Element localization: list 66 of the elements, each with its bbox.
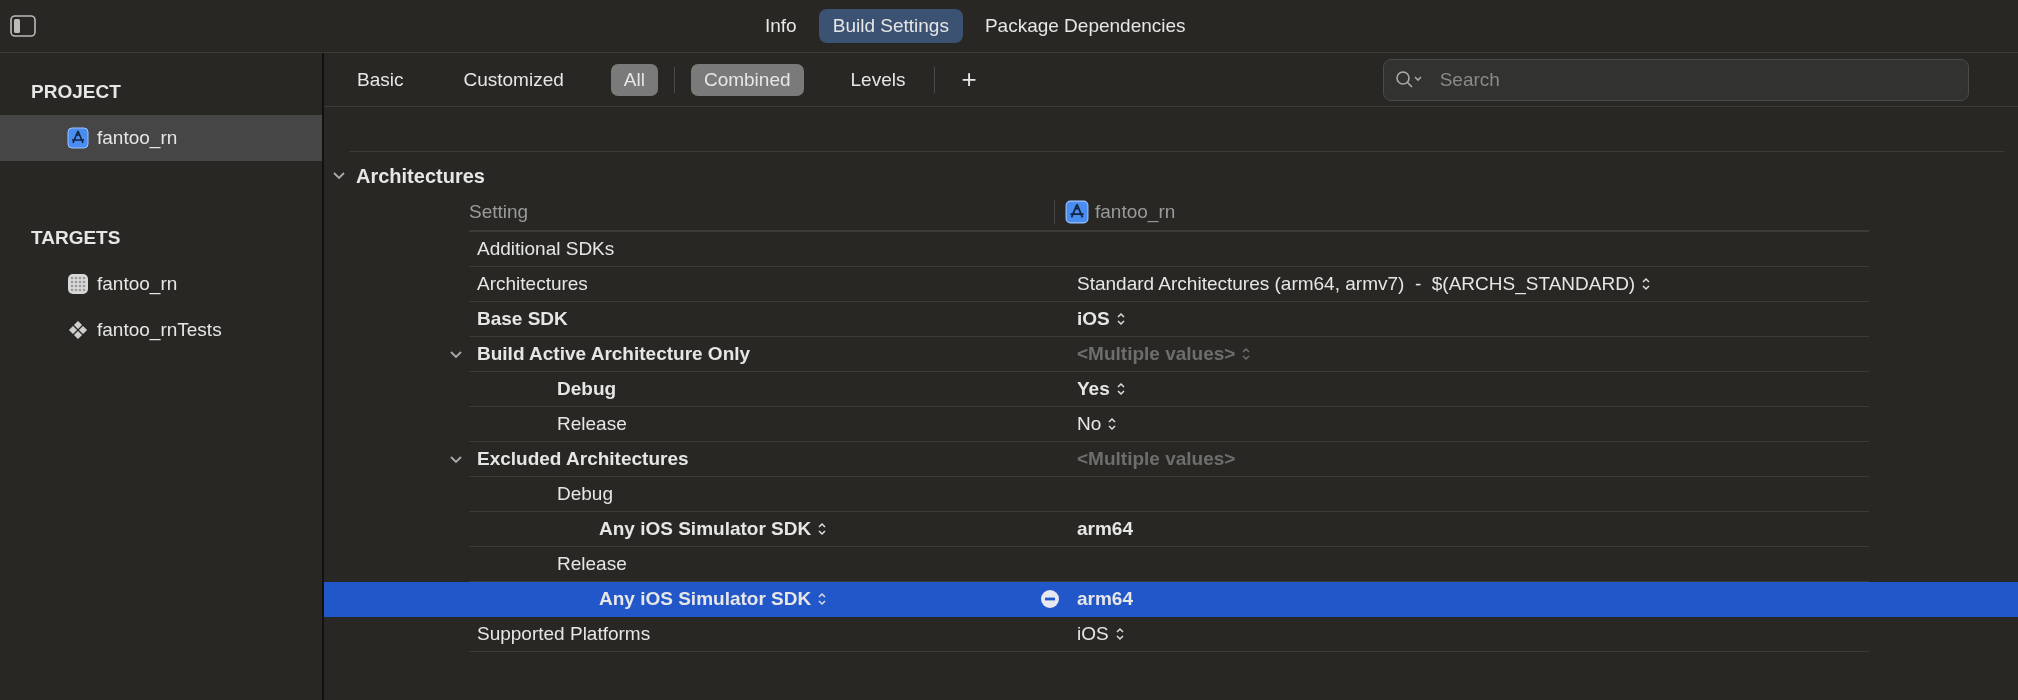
diamond-icon (67, 319, 89, 341)
editor-tab[interactable]: Build Settings (818, 9, 963, 43)
setting-row[interactable]: Debug Yes (324, 372, 2018, 407)
column-header: fantoo_rn (1095, 201, 1176, 223)
search-icon (1394, 69, 1425, 90)
project-icon (67, 127, 89, 149)
setting-row[interactable]: Architectures Standard Architectures (arm64, armv7) - $(ARCHS_STANDARD) (324, 267, 2018, 302)
setting-row[interactable]: Excluded Architectures <Multiple values> (324, 442, 2018, 477)
setting-row[interactable]: Base SDK iOS (324, 302, 2018, 337)
add-button[interactable]: + (951, 64, 987, 95)
setting-name: Base SDK (477, 308, 568, 330)
search-field[interactable]: Search (1382, 58, 1969, 101)
view-button[interactable]: Levels (837, 63, 919, 96)
setting-name: Excluded Architectures (477, 448, 689, 470)
chevron-down-icon[interactable] (332, 171, 346, 181)
setting-row[interactable]: Debug (324, 477, 2018, 512)
setting-value: <Multiple values> (1077, 343, 1236, 365)
setting-name: Architectures (477, 273, 588, 295)
up-down-arrows-icon[interactable] (817, 521, 828, 537)
setting-row[interactable]: Any iOS Simulator SDK arm64 (324, 512, 2018, 547)
chevron-down-icon[interactable] (449, 349, 463, 360)
setting-value: No (1077, 413, 1102, 435)
sidebar-item[interactable]: fantoo_rn (0, 261, 322, 307)
setting-name: Release (557, 413, 627, 435)
up-down-arrows-icon[interactable] (1115, 381, 1126, 397)
up-down-arrows-icon[interactable] (1115, 311, 1126, 327)
setting-value: Yes (1077, 378, 1110, 400)
setting-value: iOS (1077, 623, 1109, 645)
column-header: Setting (469, 201, 529, 223)
sidebar-item-label: fantoo_rn (97, 127, 178, 149)
chevron-down-icon[interactable] (449, 454, 463, 465)
sidebar-toggle-icon[interactable] (10, 15, 36, 37)
remove-icon[interactable] (1040, 589, 1060, 609)
setting-name: Debug (557, 483, 613, 505)
setting-row[interactable]: Build Active Architecture Only <Multiple values> (324, 337, 2018, 372)
setting-name: Supported Platforms (477, 623, 651, 645)
up-down-arrows-icon[interactable] (817, 591, 828, 607)
setting-row[interactable]: Additional SDKs (324, 232, 2018, 267)
filter-button[interactable]: Basic (344, 63, 417, 96)
sidebar-section-title: PROJECT (30, 80, 122, 104)
sidebar-item-label: fantoo_rn (97, 273, 178, 295)
setting-name: Debug (557, 378, 617, 400)
sidebar-item[interactable]: fantoo_rnTests (0, 307, 322, 353)
setting-value: iOS (1077, 308, 1110, 330)
setting-name: Release (557, 553, 627, 575)
editor-tab[interactable]: Package Dependencies (970, 9, 1200, 43)
setting-name: Any iOS Simulator SDK (599, 518, 812, 540)
setting-value: arm64 (1077, 588, 1133, 610)
up-down-arrows-icon[interactable] (1641, 276, 1652, 292)
setting-value: <Multiple values> (1077, 448, 1236, 470)
setting-value: arm64 (1077, 518, 1133, 540)
setting-value: Standard Architectures (arm64, armv7) - $(ARCHS_STANDARD) (1077, 273, 1636, 295)
setting-row[interactable]: Release No (324, 407, 2018, 442)
sidebar-item[interactable]: fantoo_rn (0, 115, 322, 161)
sidebar-item-label: fantoo_rnTests (97, 319, 222, 341)
setting-name: Any iOS Simulator SDK (599, 588, 812, 610)
sidebar-section-title: TARGETS (30, 226, 122, 250)
setting-name: Additional SDKs (477, 238, 615, 260)
editor-tab[interactable]: Info (751, 9, 811, 43)
project-icon (1065, 200, 1089, 224)
section-title: Architectures (356, 164, 485, 188)
setting-row[interactable]: Supported Platforms iOS (324, 617, 2018, 652)
setting-name: Build Active Architecture Only (477, 343, 751, 365)
filter-button[interactable]: Customized (450, 63, 577, 96)
setting-row[interactable]: Any iOS Simulator SDK arm64 (324, 582, 2018, 617)
app-icon (67, 273, 89, 295)
